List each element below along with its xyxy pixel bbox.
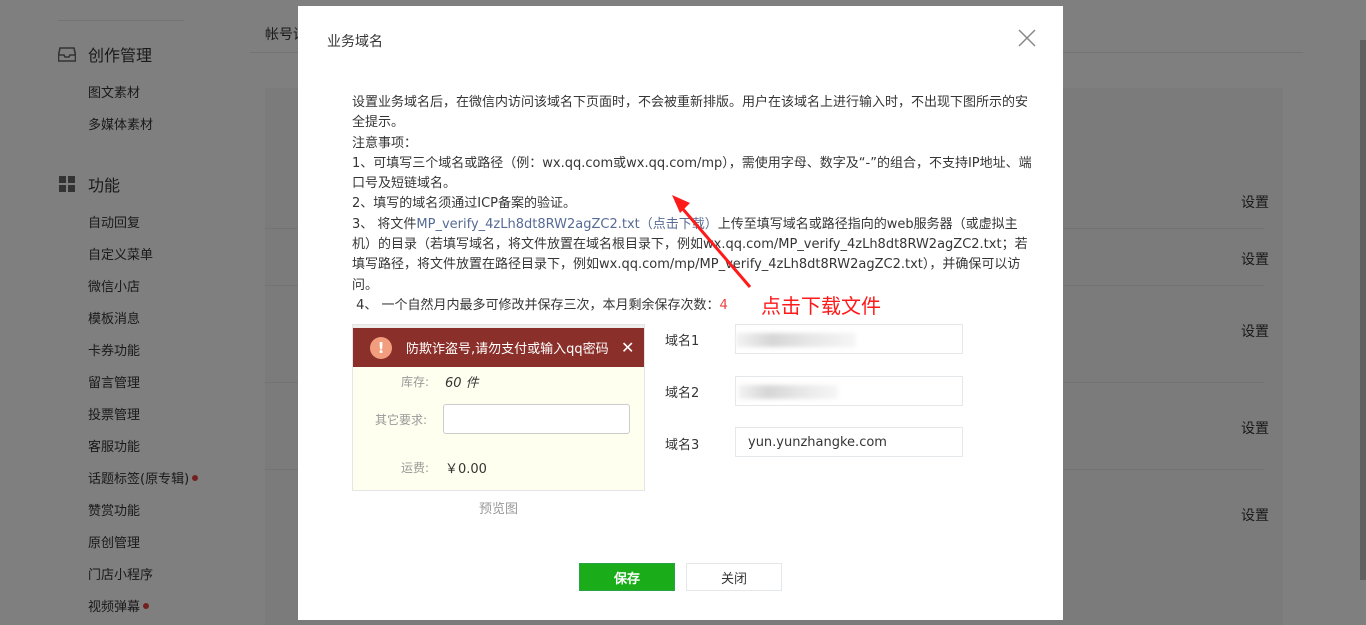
security-warning-banner: ! 防欺诈盗号,请勿支付或输入qq密码 ✕ xyxy=(353,328,644,367)
dialog-title: 业务域名 xyxy=(327,34,383,50)
close-icon: ✕ xyxy=(621,338,635,357)
close-icon[interactable] xyxy=(1017,28,1037,48)
warning-text: 防欺诈盗号,请勿支付或输入qq密码 xyxy=(406,342,609,357)
other-requirements-input xyxy=(443,404,630,434)
rule-1: 1、可填写三个域名或路径（例：wx.qq.com或wx.qq.com/mp），需… xyxy=(352,155,1032,192)
description-intro: 设置业务域名后，在微信内访问该域名下页面时，不会被重新排版。用户在该域名上进行输… xyxy=(352,95,1029,131)
business-domain-dialog: 业务域名 设置业务域名后，在微信内访问该域名下页面时，不会被重新排版。用户在该域… xyxy=(298,6,1063,620)
domain-3-label: 域名3 xyxy=(665,438,700,453)
rule-4: 4、 一个自然月内最多可修改并保存三次，本月剩余保存次数：4 xyxy=(352,296,1032,316)
preview-image: ! 防欺诈盗号,请勿支付或输入qq密码 ✕ 库存: 60 件 其它要求: 运费:… xyxy=(352,324,645,491)
blurred-domain xyxy=(736,333,856,347)
rule-3-prefix: 3、 将文件 xyxy=(352,216,417,232)
domain-1-label: 域名1 xyxy=(665,334,700,349)
shipping-fee-label: 运费: xyxy=(401,461,430,475)
annotation-arrow-icon xyxy=(672,195,752,288)
remaining-saves-count: 4 xyxy=(719,297,728,313)
domain-1-field[interactable] xyxy=(735,324,963,354)
warning-icon: ! xyxy=(370,336,392,359)
domain-2-field[interactable] xyxy=(735,376,963,406)
shipping-fee-value: ￥0.00 xyxy=(445,462,487,477)
annotation-label: 点击下载文件 xyxy=(761,294,881,318)
stock-value: 60 件 xyxy=(445,376,479,391)
blurred-domain xyxy=(738,385,838,399)
domain-2-label: 域名2 xyxy=(665,386,700,401)
other-requirements-label: 其它要求: xyxy=(375,413,428,427)
save-button[interactable]: 保存 xyxy=(579,563,675,591)
close-button[interactable]: 关闭 xyxy=(686,563,782,591)
preview-caption: 预览图 xyxy=(479,502,519,517)
domain-3-field[interactable]: yun.yunzhangke.com xyxy=(735,427,963,457)
stock-label: 库存: xyxy=(401,375,430,389)
domain-3-value: yun.yunzhangke.com xyxy=(748,434,887,450)
rule-4-text: 4、 一个自然月内最多可修改并保存三次，本月剩余保存次数： xyxy=(356,297,720,313)
notice-heading: 注意事项： xyxy=(352,135,418,151)
